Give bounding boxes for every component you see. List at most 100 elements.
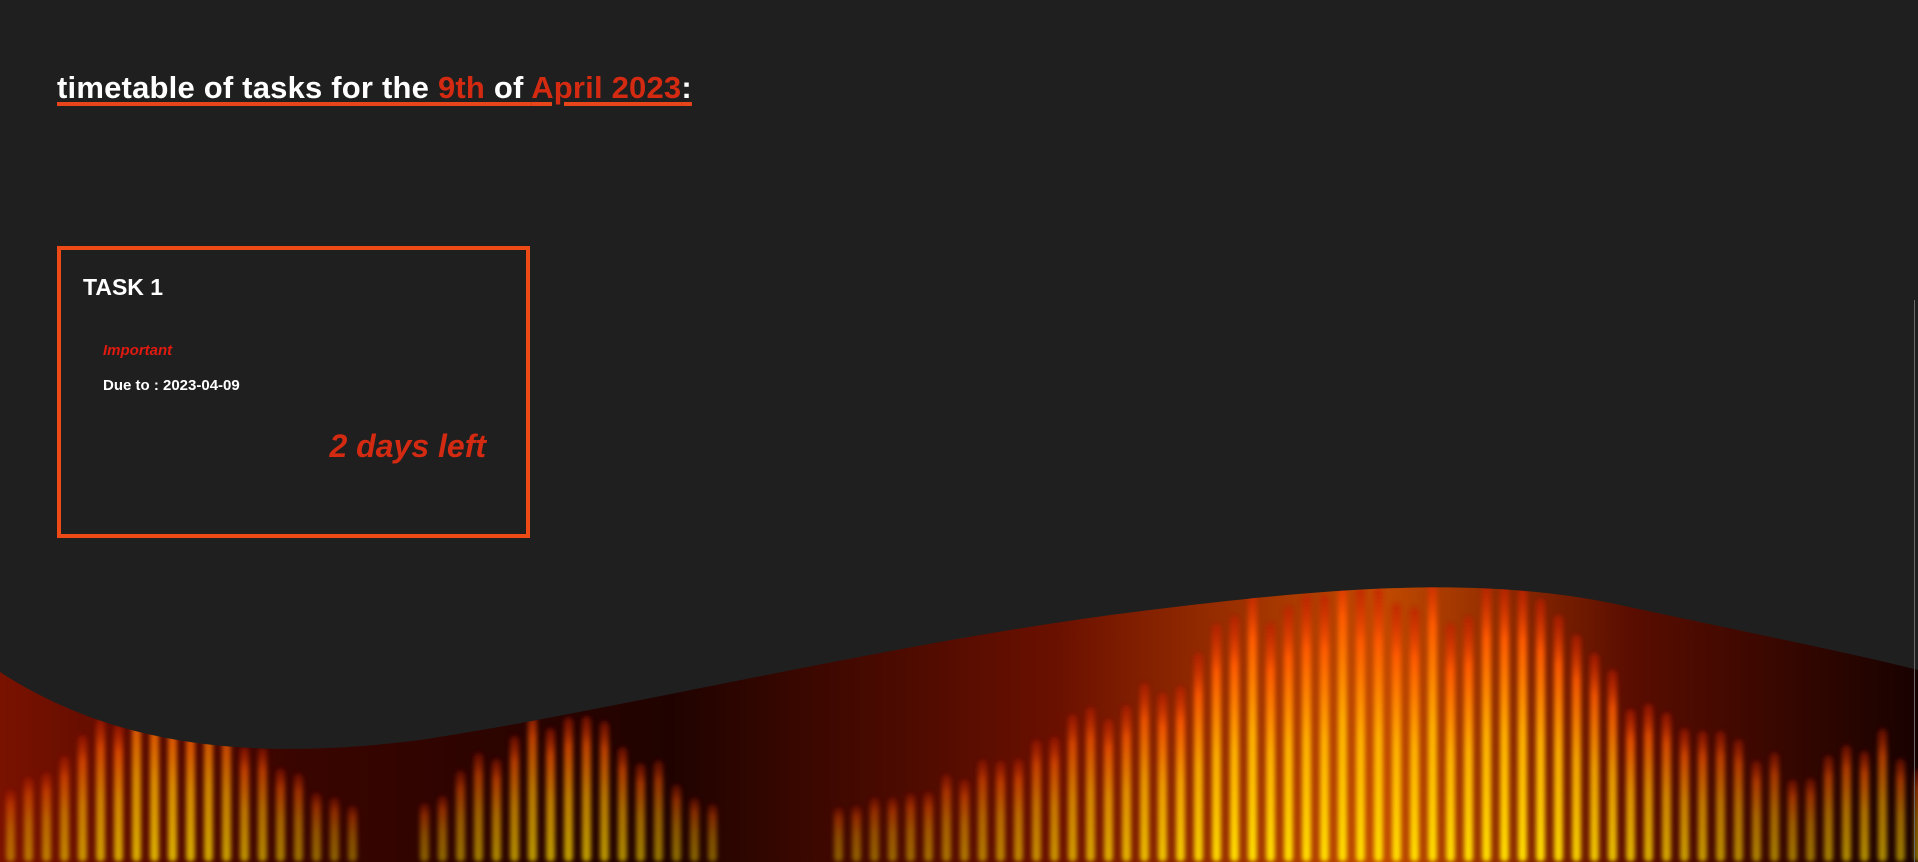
- flame-bar: [1788, 779, 1797, 862]
- flame-bar: [330, 797, 339, 862]
- flame-bar: [546, 728, 555, 862]
- flame-bar: [888, 797, 897, 862]
- flame-bar: [708, 803, 717, 862]
- flame-bar: [1158, 692, 1167, 862]
- flame-bar: [528, 705, 537, 862]
- flame-bar: [168, 694, 177, 862]
- flame-bar: [1770, 752, 1779, 862]
- title-suffix: :: [681, 70, 692, 105]
- flame-bar: [1194, 652, 1203, 862]
- flame-bar: [852, 805, 861, 862]
- flame-bar: [474, 752, 483, 862]
- page: timetable of tasks for the 9th of April …: [0, 0, 1918, 862]
- flame-bar: [1590, 653, 1599, 862]
- flame-bar: [510, 735, 519, 862]
- flame-bar: [1698, 730, 1707, 862]
- flame-bar: [1068, 713, 1077, 862]
- flame-bar: [1032, 739, 1041, 862]
- flame-bar: [1122, 705, 1131, 862]
- flame-bar: [996, 760, 1005, 862]
- flame-bar: [1320, 594, 1329, 862]
- flame-bar: [1842, 744, 1851, 862]
- flame-bar: [150, 686, 159, 862]
- flame-bar: [420, 803, 429, 862]
- flame-bar: [960, 779, 969, 862]
- flame-bar: [1806, 778, 1815, 862]
- flame-bar: [456, 770, 465, 862]
- flame-bar: [1086, 706, 1095, 862]
- task-days-left: 2 days left: [329, 428, 486, 464]
- flame-bar: [924, 792, 933, 862]
- flame-bar: [1716, 730, 1725, 862]
- flame-bar: [1680, 728, 1689, 862]
- task-priority-label: Important: [103, 342, 173, 359]
- task-due-date: Due to : 2023-04-09: [103, 377, 240, 394]
- flame-bar: [438, 795, 447, 862]
- flame-bar: [672, 784, 681, 862]
- flame-bar: [204, 691, 213, 862]
- flame-bar: [1896, 758, 1905, 862]
- title-prefix: timetable of tasks for the: [57, 70, 438, 105]
- flame-bar: [618, 746, 627, 862]
- flame-bar: [132, 677, 141, 862]
- flame-bar: [1338, 587, 1347, 862]
- flame-bar: [312, 792, 321, 862]
- flame-bar: [1824, 755, 1833, 862]
- flame-bar: [1374, 587, 1383, 862]
- title-of: of: [485, 70, 532, 105]
- flame-bar: [690, 797, 699, 862]
- flame-bar: [1518, 587, 1527, 862]
- scrollbar-edge[interactable]: [1914, 300, 1915, 862]
- flame-bar: [78, 735, 87, 862]
- flame-bar: [636, 763, 645, 862]
- title-month-year: April 2023: [531, 70, 682, 105]
- flame-bar: [564, 717, 573, 862]
- flame-bar: [1176, 685, 1185, 862]
- flame-bar: [1482, 587, 1491, 862]
- flame-bar: [276, 768, 285, 862]
- flame-bar: [1464, 616, 1473, 862]
- flame-bar: [114, 723, 123, 862]
- flame-bar: [870, 797, 879, 862]
- flame-bar: [1248, 587, 1257, 862]
- flame-bar: [1554, 615, 1563, 862]
- flame-bar: [1302, 594, 1311, 862]
- flame-bar: [294, 773, 303, 862]
- flame-bar: [1212, 623, 1221, 862]
- flame-bar: [1500, 587, 1509, 862]
- flame-bar: [1050, 736, 1059, 862]
- title-day: 9th: [437, 70, 486, 105]
- flame-bar: [492, 758, 501, 862]
- flame-bar: [1662, 712, 1671, 862]
- flame-bar: [600, 721, 609, 862]
- flame-bar: [1140, 682, 1149, 862]
- flame-bar: [1014, 758, 1023, 862]
- flame-bar: [906, 793, 915, 862]
- flame-bar: [1734, 739, 1743, 862]
- flame-bar: [582, 716, 591, 862]
- flame-bar: [942, 774, 951, 862]
- flame-bar: [978, 759, 987, 862]
- flame-bar: [1104, 718, 1113, 862]
- task-card[interactable]: TASK 1 Important Due to : 2023-04-09 2 d…: [57, 246, 530, 538]
- flame-bar: [1392, 603, 1401, 862]
- flame-bar: [1428, 587, 1437, 862]
- flame-bar: [6, 789, 15, 862]
- flame-bar: [348, 805, 357, 862]
- flame-bar: [1230, 615, 1239, 862]
- flame-bar: [1752, 760, 1761, 862]
- task-title: TASK 1: [83, 274, 164, 300]
- flame-bar: [834, 807, 843, 862]
- flame-bar: [1572, 634, 1581, 862]
- flame-bar: [1626, 708, 1635, 862]
- flame-bar: [1446, 623, 1455, 862]
- flame-bar: [1644, 703, 1653, 862]
- flame-bar: [222, 710, 231, 862]
- flame-bar: [654, 760, 663, 862]
- flame-bar: [60, 755, 69, 862]
- flame-bar: [240, 745, 249, 862]
- flame-bar: [96, 717, 105, 862]
- flame-bar: [1878, 728, 1887, 862]
- flame-bar: [1608, 669, 1617, 862]
- flame-bar: [258, 747, 267, 862]
